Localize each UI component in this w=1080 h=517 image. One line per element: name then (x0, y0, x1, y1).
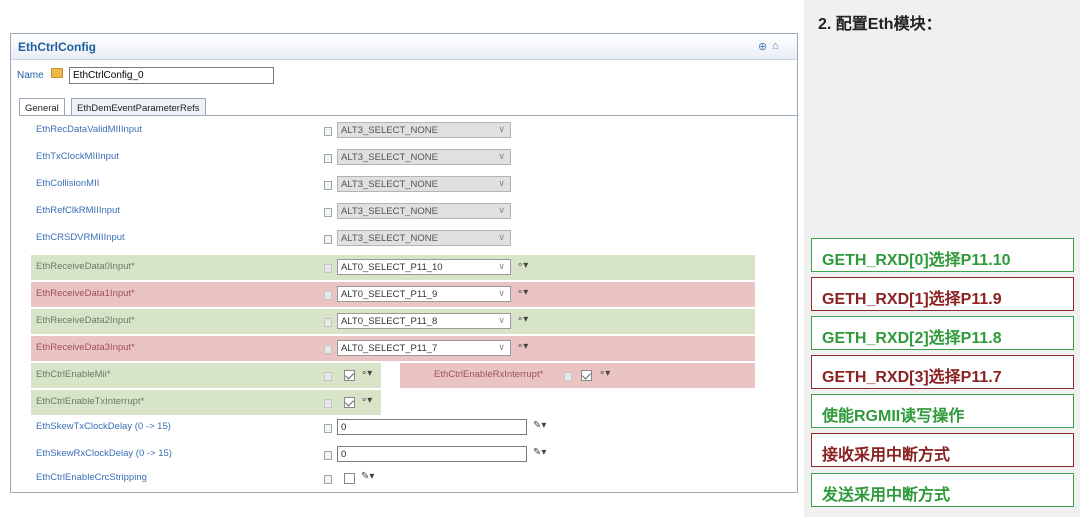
param-label: EthReceiveData2Input* (36, 315, 135, 326)
name-label: Name (17, 70, 44, 81)
doc-icon (324, 424, 332, 433)
row-tx-clock: EthTxClockMIIInput ALT3_SELECT_NONE ∨ (31, 145, 531, 170)
row-crc-stripping: EthCtrlEnableCrcStripping ✎▾ (31, 466, 431, 491)
param-label: EthCtrlEnableCrcStripping (36, 472, 147, 483)
row-receive-data0: EthReceiveData0Input* ALT0_SELECT_P11_10… (31, 255, 755, 280)
link-icon[interactable]: ∘▾ (361, 395, 372, 406)
doc-icon (324, 372, 332, 381)
note-rxd2: GETH_RXD[2]选择P11.8 (811, 316, 1074, 350)
link-icon[interactable]: ∘▾ (517, 341, 528, 352)
link-icon[interactable]: ∘▾ (599, 368, 610, 379)
note-rxd1: GETH_RXD[1]选择P11.9 (811, 277, 1074, 311)
doc-icon (324, 399, 332, 408)
doc-icon (324, 475, 332, 484)
row-skew-rx: EthSkewRxClockDelay (0 -> 15) 0 ✎▾ (31, 442, 551, 467)
row-rec-data-valid: EthRecDataValidMIIInput ALT3_SELECT_NONE… (31, 118, 531, 143)
folder-icon (51, 68, 63, 78)
link-icon[interactable]: ⊕ (758, 40, 767, 53)
home-icon[interactable]: ⌂ (772, 40, 779, 52)
doc-icon (324, 264, 332, 273)
tab-eth-dem-event-parameter-refs[interactable]: EthDemEventParameterRefs (71, 98, 206, 116)
param-label: EthSkewRxClockDelay (0 -> 15) (36, 448, 172, 459)
note-tx-interrupt: 发送采用中断方式 (811, 473, 1074, 507)
param-label: EthRecDataValidMIIInput (36, 124, 142, 135)
enable-rx-interrupt-checkbox[interactable] (581, 370, 592, 381)
skew-rx-input[interactable]: 0 (337, 446, 527, 462)
link-icon[interactable]: ∘▾ (517, 287, 528, 298)
link-icon[interactable]: ∘▾ (517, 314, 528, 325)
doc-icon (564, 372, 572, 381)
param-select[interactable]: ALT0_SELECT_P11_8 ∨ (337, 313, 511, 329)
param-label: EthReceiveData0Input* (36, 261, 135, 272)
param-label: EthTxClockMIIInput (36, 151, 119, 162)
edit-icon[interactable]: ✎▾ (533, 420, 546, 431)
param-label: EthCRSDVRMIIInput (36, 232, 125, 243)
row-receive-data2: EthReceiveData2Input* ALT0_SELECT_P11_8 ∨… (31, 309, 755, 334)
edit-icon[interactable]: ✎▾ (533, 447, 546, 458)
param-label: EthReceiveData3Input* (36, 342, 135, 353)
row-ref-clk: EthRefClkRMIIInput ALT3_SELECT_NONE ∨ (31, 199, 531, 224)
param-label: EthCollisionMII (36, 178, 100, 189)
param-label: EthReceiveData1Input* (36, 288, 135, 299)
crc-stripping-checkbox[interactable] (344, 473, 355, 484)
param-select[interactable]: ALT3_SELECT_NONE ∨ (337, 176, 511, 192)
param-label: EthCtrlEnableRxInterrupt* (434, 369, 544, 380)
row-receive-data1: EthReceiveData1Input* ALT0_SELECT_P11_9 ∨… (31, 282, 755, 307)
row-enable-tx-interrupt: EthCtrlEnableTxInterrupt* ∘▾ (31, 390, 381, 415)
note-rxd3: GETH_RXD[3]选择P11.7 (811, 355, 1074, 389)
skew-tx-input[interactable]: 0 (337, 419, 527, 435)
row-enable-mii: EthCtrlEnableMii* ∘▾ (31, 363, 381, 388)
link-icon[interactable]: ∘▾ (517, 260, 528, 271)
param-select[interactable]: ALT3_SELECT_NONE ∨ (337, 230, 511, 246)
doc-icon (324, 208, 332, 217)
row-collision: EthCollisionMII ALT3_SELECT_NONE ∨ (31, 172, 531, 197)
row-crsdv: EthCRSDVRMIIInput ALT3_SELECT_NONE ∨ (31, 226, 531, 251)
param-select[interactable]: ALT3_SELECT_NONE ∨ (337, 122, 511, 138)
param-label: EthCtrlEnableMii* (36, 369, 111, 380)
param-select[interactable]: ALT3_SELECT_NONE ∨ (337, 149, 511, 165)
param-select[interactable]: ALT0_SELECT_P11_9 ∨ (337, 286, 511, 302)
step-heading: 2. 配置Eth模块： (818, 16, 942, 33)
row-enable-rx-interrupt: EthCtrlEnableRxInterrupt* ∘▾ (400, 363, 755, 388)
param-select[interactable]: ALT0_SELECT_P11_10 ∨ (337, 259, 511, 275)
doc-icon (324, 345, 332, 354)
param-select[interactable]: ALT0_SELECT_P11_7 ∨ (337, 340, 511, 356)
param-label: EthCtrlEnableTxInterrupt* (36, 396, 145, 407)
enable-tx-interrupt-checkbox[interactable] (344, 397, 355, 408)
link-icon[interactable]: ∘▾ (361, 368, 372, 379)
doc-icon (324, 154, 332, 163)
config-window: EthCtrlConfig ⊕ ⌂ Name General EthDemEve… (10, 33, 798, 493)
doc-icon (324, 127, 332, 136)
row-skew-tx: EthSkewTxClockDelay (0 -> 15) 0 ✎▾ (31, 415, 551, 440)
doc-icon (324, 181, 332, 190)
param-select[interactable]: ALT3_SELECT_NONE ∨ (337, 203, 511, 219)
tab-general[interactable]: General (19, 98, 65, 116)
param-label: EthSkewTxClockDelay (0 -> 15) (36, 421, 171, 432)
window-titlebar: EthCtrlConfig ⊕ ⌂ (11, 34, 797, 60)
param-label: EthRefClkRMIIInput (36, 205, 120, 216)
window-title: EthCtrlConfig (18, 40, 96, 54)
note-rx-interrupt: 接收采用中断方式 (811, 433, 1074, 467)
edit-icon[interactable]: ✎▾ (361, 471, 374, 482)
doc-icon (324, 451, 332, 460)
doc-icon (324, 235, 332, 244)
doc-icon (324, 318, 332, 327)
enable-mii-checkbox[interactable] (344, 370, 355, 381)
note-enable-rgmii: 使能RGMII读写操作 (811, 394, 1074, 428)
row-receive-data3: EthReceiveData3Input* ALT0_SELECT_P11_7 ∨… (31, 336, 755, 361)
doc-icon (324, 291, 332, 300)
note-rxd0: GETH_RXD[0]选择P11.10 (811, 238, 1074, 272)
instruction-panel: 2. 配置Eth模块： GETH_RXD[0]选择P11.10 GETH_RXD… (804, 0, 1080, 517)
name-input[interactable] (69, 67, 274, 84)
